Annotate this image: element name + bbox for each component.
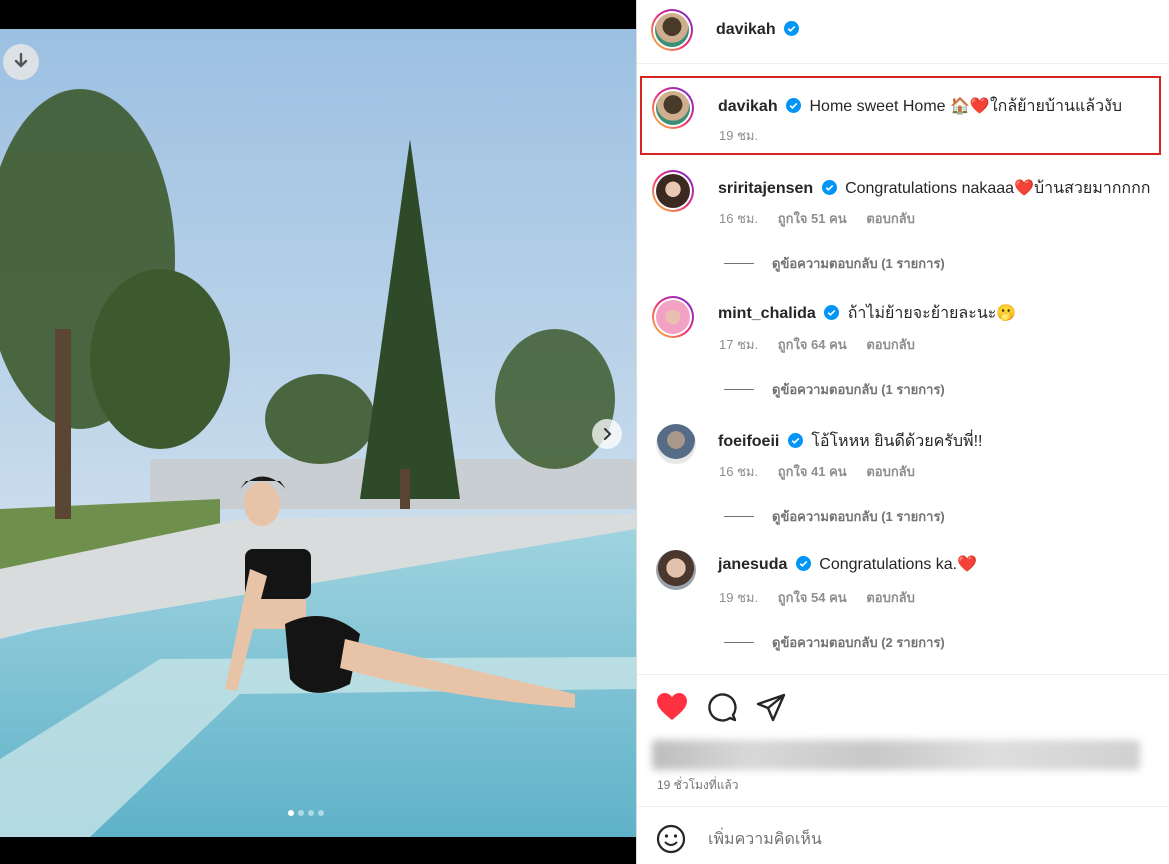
comment-time: 16 ชม. bbox=[719, 464, 759, 479]
comment-avatar[interactable] bbox=[656, 550, 696, 590]
comment-row: foeifoeii โอ้โหหห ยินดีด้วยครับพี่!! bbox=[718, 429, 982, 454]
comment-input-divider bbox=[637, 806, 1169, 807]
comment-username[interactable]: mint_chalida bbox=[718, 305, 816, 322]
caption-row: davikah Home sweet Home 🏠❤️ใกล้ย้ายบ้านแ… bbox=[718, 94, 1122, 119]
posted-time: 19 ชั่วโมงที่แล้ว bbox=[657, 778, 739, 792]
comment-time: 19 ชม. bbox=[719, 590, 759, 605]
comment-input[interactable]: เพิ่มความคิดเห็น bbox=[708, 827, 822, 852]
comment-username[interactable]: sriritajensen bbox=[718, 180, 813, 197]
comment-time: 17 ชม. bbox=[719, 337, 759, 352]
view-replies-button[interactable]: ดูข้อความตอบกลับ (2 รายการ) bbox=[724, 632, 945, 653]
comment-text: Congratulations nakaaa❤️บ้านสวยมากกกก bbox=[845, 180, 1151, 197]
carousel-dot bbox=[308, 810, 314, 816]
carousel-dots bbox=[288, 810, 324, 816]
verified-badge-icon bbox=[784, 21, 800, 36]
reply-button[interactable]: ตอบกลับ bbox=[866, 464, 915, 479]
replies-line bbox=[724, 516, 754, 517]
header-avatar[interactable] bbox=[651, 9, 693, 51]
pool-photo-illustration bbox=[0, 29, 636, 837]
carousel-dot bbox=[318, 810, 324, 816]
view-replies-button[interactable]: ดูข้อความตอบกลับ (1 รายการ) bbox=[724, 253, 945, 274]
comment-meta: 19 ชม. ถูกใจ 54 คน ตอบกลับ bbox=[719, 587, 931, 608]
caption-avatar[interactable] bbox=[652, 87, 694, 129]
comment-text: Congratulations ka.❤️ bbox=[819, 556, 978, 573]
comment-likes[interactable]: ถูกใจ 54 คน bbox=[778, 590, 847, 605]
view-replies-button[interactable]: ดูข้อความตอบกลับ (1 รายการ) bbox=[724, 379, 945, 400]
comment-meta: 17 ชม. ถูกใจ 64 คน ตอบกลับ bbox=[719, 334, 931, 355]
verified-badge-icon bbox=[787, 433, 803, 448]
download-button[interactable] bbox=[3, 44, 39, 80]
comment-meta: 16 ชม. ถูกใจ 51 คน ตอบกลับ bbox=[719, 208, 931, 229]
actions-divider bbox=[637, 674, 1169, 675]
verified-badge-icon bbox=[795, 556, 811, 571]
view-replies-label: ดูข้อความตอบกลับ (1 รายการ) bbox=[772, 509, 945, 524]
download-icon bbox=[14, 53, 28, 68]
verified-badge-icon bbox=[821, 180, 837, 195]
comment-avatar[interactable] bbox=[652, 170, 694, 212]
emoji-icon[interactable] bbox=[656, 824, 686, 854]
replies-line bbox=[724, 263, 754, 264]
comment-likes[interactable]: ถูกใจ 41 คน bbox=[778, 464, 847, 479]
comment-text: โอ้โหหห ยินดีด้วยครับพี่!! bbox=[811, 433, 983, 450]
view-replies-button[interactable]: ดูข้อความตอบกลับ (1 รายการ) bbox=[724, 506, 945, 527]
comment-likes[interactable]: ถูกใจ 51 คน bbox=[778, 211, 847, 226]
comment-avatar[interactable] bbox=[656, 424, 696, 464]
comment-likes[interactable]: ถูกใจ 64 คน bbox=[778, 337, 847, 352]
comment-username[interactable]: foeifoeii bbox=[718, 433, 779, 450]
add-comment-bar: เพิ่มความคิดเห็น bbox=[656, 824, 822, 854]
media-pane bbox=[0, 0, 636, 864]
next-image-button[interactable] bbox=[592, 419, 622, 449]
comment-time: 16 ชม. bbox=[719, 211, 759, 226]
comment-row: mint_chalida ถ้าไม่ย้ายจะย้ายละนะ🫢 bbox=[718, 301, 1016, 326]
replies-line bbox=[724, 389, 754, 390]
replies-line bbox=[724, 642, 754, 643]
action-bar bbox=[656, 692, 786, 722]
reply-button[interactable]: ตอบกลับ bbox=[866, 337, 915, 352]
comment-meta: 16 ชม. ถูกใจ 41 คน ตอบกลับ bbox=[719, 461, 931, 482]
chevron-right-icon bbox=[604, 428, 612, 440]
heart-icon[interactable] bbox=[656, 692, 688, 722]
comment-row: janesuda Congratulations ka.❤️ bbox=[718, 554, 977, 574]
carousel-dot bbox=[298, 810, 304, 816]
verified-badge-icon bbox=[824, 305, 840, 320]
verified-badge-icon bbox=[786, 98, 802, 113]
comment-row: sriritajensen Congratulations nakaaa❤️บ้… bbox=[718, 176, 1150, 201]
comment-text: ถ้าไม่ย้ายจะย้ายละนะ🫢 bbox=[847, 305, 1017, 322]
header-divider bbox=[637, 63, 1169, 64]
post-photo[interactable] bbox=[0, 29, 636, 837]
reply-button[interactable]: ตอบกลับ bbox=[866, 590, 915, 605]
carousel-dot bbox=[288, 810, 294, 816]
view-replies-label: ดูข้อความตอบกลับ (2 รายการ) bbox=[772, 635, 945, 650]
comment-icon[interactable] bbox=[706, 692, 738, 722]
liked-by-blurred bbox=[652, 740, 1140, 770]
caption-meta: 19 ชม. bbox=[719, 125, 774, 146]
reply-button[interactable]: ตอบกลับ bbox=[866, 211, 915, 226]
header-username[interactable]: davikah bbox=[716, 21, 776, 38]
comment-username[interactable]: janesuda bbox=[718, 556, 787, 573]
caption-username[interactable]: davikah bbox=[718, 98, 778, 115]
header-user[interactable]: davikah bbox=[716, 21, 800, 39]
view-replies-label: ดูข้อความตอบกลับ (1 รายการ) bbox=[772, 256, 945, 271]
comment-avatar[interactable] bbox=[652, 296, 694, 338]
instagram-post-viewer: davikah davikah Home sweet Home 🏠❤️ใกล้ย… bbox=[0, 0, 1169, 864]
caption-time: 19 ชม. bbox=[719, 128, 759, 143]
view-replies-label: ดูข้อความตอบกลับ (1 รายการ) bbox=[772, 382, 945, 397]
share-icon[interactable] bbox=[756, 692, 786, 722]
caption-text: Home sweet Home 🏠❤️ใกล้ย้ายบ้านแล้วงับ bbox=[809, 98, 1123, 115]
